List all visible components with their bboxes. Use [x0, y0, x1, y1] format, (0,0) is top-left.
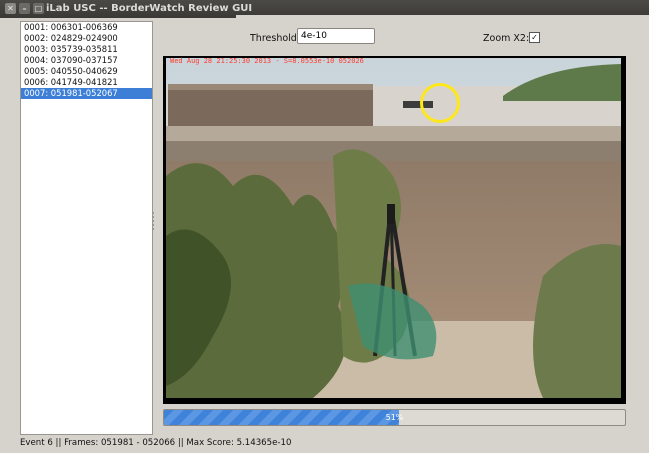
event-list-item[interactable]: 0007: 051981-052067 — [21, 88, 152, 99]
progress-bar: 51% — [163, 409, 626, 426]
event-list-item[interactable]: 0003: 035739-035811 — [21, 44, 152, 55]
threshold-label: Threshold: — [250, 33, 301, 44]
title-bar: ✕ – □ iLab USC -- BorderWatch Review GUI — [0, 0, 649, 18]
zoom-checkbox[interactable]: ✓ — [529, 32, 540, 43]
status-bar: Event 6 || Frames: 051981 - 052066 || Ma… — [20, 438, 292, 448]
detection-marker — [420, 83, 460, 123]
event-list-item[interactable]: 0001: 006301-006369 — [21, 22, 152, 33]
event-list-item[interactable]: 0004: 037090-037157 — [21, 55, 152, 66]
event-list-item[interactable]: 0002: 024829-024900 — [21, 33, 152, 44]
window-title: iLab USC -- BorderWatch Review GUI — [46, 3, 253, 14]
event-list[interactable]: 0001: 006301-006369 0002: 024829-024900 00… — [20, 21, 153, 435]
maximize-icon[interactable]: □ — [33, 3, 44, 14]
zoom-label: Zoom X2: — [483, 33, 530, 44]
minimize-icon[interactable]: – — [19, 3, 30, 14]
splitter-handle[interactable] — [152, 210, 155, 234]
video-overlay-text: Wed Aug 28 21:25:30 2013 - S=8.0553e-10 … — [170, 57, 364, 65]
event-list-item[interactable]: 0006: 041749-041821 — [21, 77, 152, 88]
close-icon[interactable]: ✕ — [5, 3, 16, 14]
event-list-item[interactable]: 0005: 040550-040629 — [21, 66, 152, 77]
camera-image — [163, 56, 626, 404]
progress-label: 51% — [385, 413, 404, 422]
threshold-input[interactable] — [297, 28, 375, 44]
video-frame[interactable]: Wed Aug 28 21:25:30 2013 - S=8.0553e-10 … — [163, 56, 626, 404]
